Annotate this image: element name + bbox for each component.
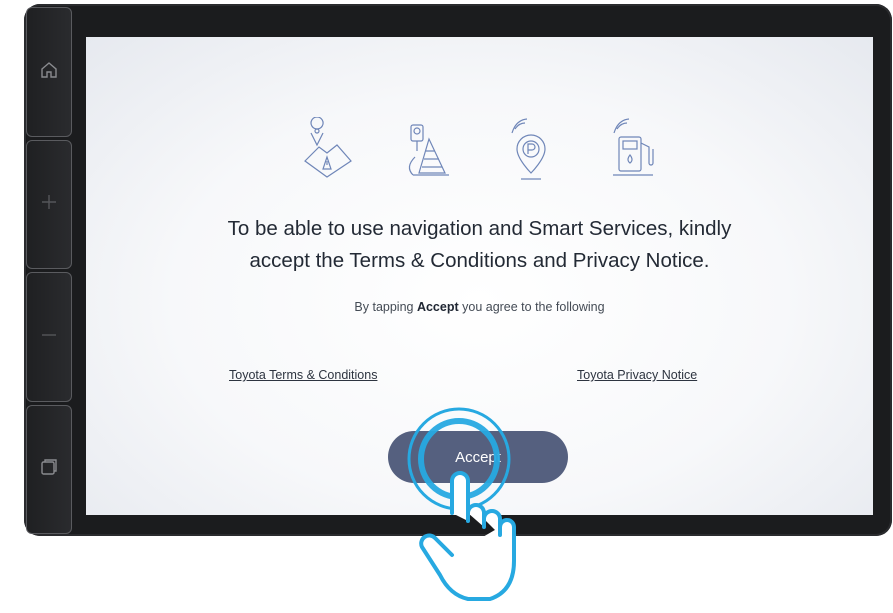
traffic-cone-camera-icon [399,117,459,217]
window-icon [39,457,59,481]
privacy-notice-link[interactable]: Toyota Privacy Notice [577,368,697,382]
headline-line-1: To be able to use navigation and Smart S… [227,217,732,240]
zoom-in-button[interactable] [26,139,72,269]
headline-line-2: accept the Terms & Conditions and Privac… [249,249,710,272]
window-button[interactable] [26,404,72,534]
minus-icon [39,325,59,349]
plus-icon [39,192,59,216]
terms-screen: To be able to use navigation and Smart S… [86,37,873,515]
home-button[interactable] [26,7,72,137]
map-pin-road-icon [297,116,357,217]
home-icon [39,60,59,84]
sub-prefix: By tapping [354,300,417,314]
consent-subtitle: By tapping Accept you agree to the follo… [86,300,873,314]
accept-button[interactable]: Accept [388,431,568,483]
parking-pin-icon [501,117,561,217]
side-rail [26,7,72,534]
zoom-out-button[interactable] [26,272,72,402]
terms-conditions-link[interactable]: Toyota Terms & Conditions [229,368,377,382]
page-title: To be able to use navigation and Smart S… [126,213,833,277]
sub-accept-bold: Accept [416,300,459,314]
fuel-station-icon [603,117,663,217]
service-illustrations [86,116,873,217]
sub-suffix: you agree to the following [458,300,605,314]
